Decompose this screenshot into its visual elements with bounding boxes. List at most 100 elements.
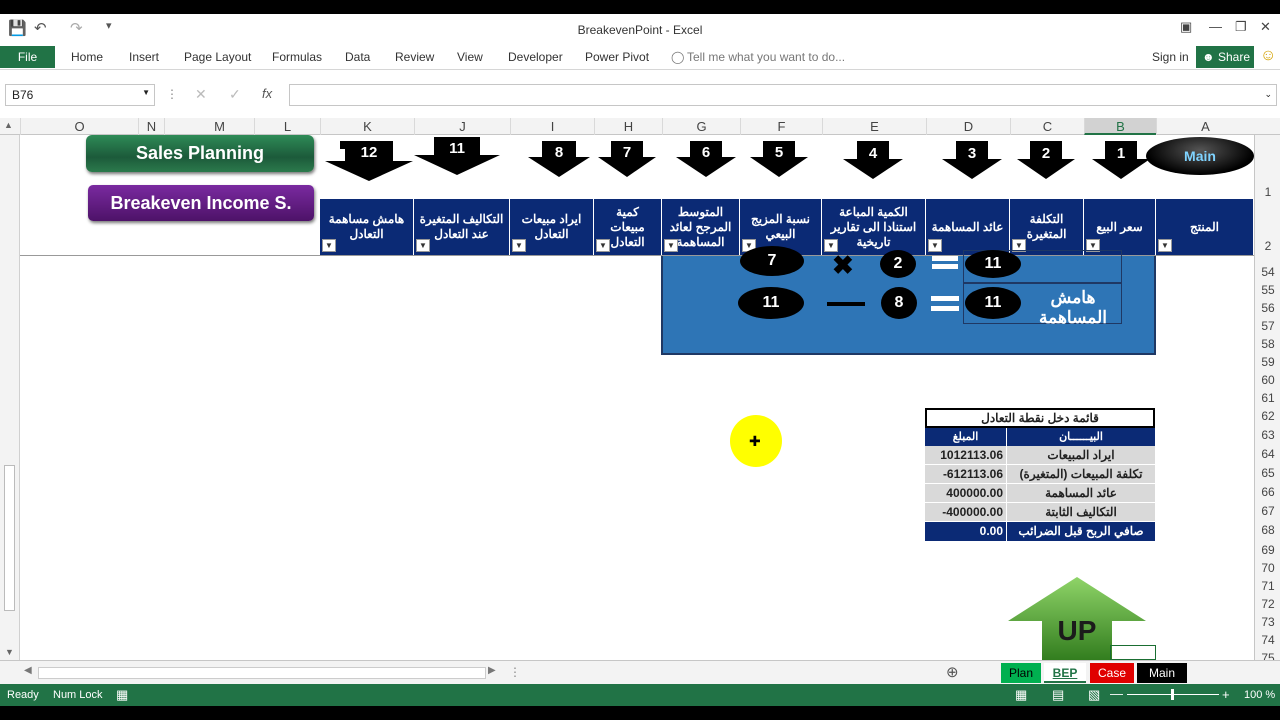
row-number[interactable]: 58 <box>1255 337 1280 351</box>
tab-page-layout[interactable]: Page Layout <box>184 50 251 64</box>
enter-icon[interactable]: ✓ <box>229 86 241 103</box>
row-number[interactable]: 74 <box>1255 633 1280 647</box>
column-j[interactable]: J <box>414 118 510 135</box>
total-label-cell[interactable]: صافي الربح قبل الضرائب <box>1007 522 1155 541</box>
row-number[interactable]: 54 <box>1255 265 1280 279</box>
filter-dropdown[interactable]: ▼ <box>928 239 942 252</box>
total-amount-cell[interactable]: 0.00 <box>925 522 1007 541</box>
more-tabs-icon: ⋮ <box>509 665 521 679</box>
column-c[interactable]: C <box>1010 118 1084 135</box>
row-number[interactable]: 67 <box>1255 504 1280 518</box>
column-k[interactable]: K <box>320 118 414 135</box>
label-cell[interactable]: ايراد المبيعات <box>1007 446 1155 464</box>
tab-formulas[interactable]: Formulas <box>272 50 322 64</box>
column-o[interactable]: O <box>20 118 138 135</box>
row-number[interactable]: 66 <box>1255 485 1280 499</box>
row-number[interactable]: 61 <box>1255 391 1280 405</box>
page-layout-view-icon[interactable]: ▤ <box>1052 687 1064 703</box>
zoom-slider-thumb[interactable] <box>1171 689 1174 700</box>
ribbon-options-icon[interactable]: ▣ <box>1180 19 1192 35</box>
filter-dropdown[interactable]: ▼ <box>416 239 430 252</box>
insert-function-icon[interactable]: fx <box>262 86 272 101</box>
tab-view[interactable]: View <box>457 50 483 64</box>
tab-scroll-right-icon[interactable]: ▶ <box>488 665 496 676</box>
filter-dropdown[interactable]: ▼ <box>512 239 526 252</box>
tab-file[interactable]: File <box>0 46 55 68</box>
restore-icon[interactable]: ❐ <box>1235 19 1247 35</box>
normal-view-icon[interactable]: ▦ <box>1015 687 1027 703</box>
label-cell[interactable]: عائد المساهمة <box>1007 484 1155 502</box>
column-e[interactable]: E <box>822 118 926 135</box>
tab-power-pivot[interactable]: Power Pivot <box>585 50 649 64</box>
cancel-icon[interactable]: ✕ <box>195 86 207 103</box>
tab-insert[interactable]: Insert <box>129 50 159 64</box>
breakeven-income-button[interactable]: Breakeven Income S. <box>88 185 314 221</box>
scroll-up-icon[interactable]: ▲ <box>4 120 13 130</box>
sign-in-link[interactable]: Sign in <box>1152 50 1189 64</box>
row-number[interactable]: 60 <box>1255 373 1280 387</box>
zoom-out-icon[interactable]: — <box>1110 686 1123 701</box>
minimize-icon[interactable]: — <box>1209 19 1222 34</box>
column-i[interactable]: I <box>510 118 594 135</box>
scroll-thumb[interactable] <box>4 465 15 611</box>
scroll-down-icon[interactable]: ▼ <box>5 647 14 657</box>
row-number[interactable]: 57 <box>1255 319 1280 333</box>
sheet-tab-plan[interactable]: Plan <box>1001 663 1041 683</box>
sheet-tab-case[interactable]: Case <box>1090 663 1134 683</box>
sheet-tab-bep[interactable]: BEP <box>1044 663 1086 683</box>
tab-scroll-left-icon[interactable]: ◀ <box>24 665 32 676</box>
row-number[interactable]: 73 <box>1255 615 1280 629</box>
filter-dropdown[interactable]: ▼ <box>1158 239 1172 252</box>
filter-dropdown[interactable]: ▼ <box>596 239 610 252</box>
amount-cell[interactable]: 1012113.06 <box>925 446 1007 464</box>
amount-cell[interactable]: 400000.00 <box>925 484 1007 502</box>
macro-record-icon[interactable]: ▦ <box>116 687 128 703</box>
filter-dropdown[interactable]: ▼ <box>664 239 678 252</box>
horizontal-scrollbar[interactable] <box>38 667 486 679</box>
new-sheet-icon[interactable]: ⊕ <box>946 663 959 681</box>
name-box[interactable]: B76 ▼ <box>5 84 155 106</box>
row-number[interactable]: 68 <box>1255 523 1280 537</box>
column-l[interactable]: L <box>254 118 320 135</box>
column-n[interactable]: N <box>138 118 164 135</box>
sheet-tab-main[interactable]: Main <box>1137 663 1187 683</box>
row-number[interactable]: 69 <box>1255 543 1280 557</box>
row-number[interactable]: 72 <box>1255 597 1280 611</box>
row-number[interactable]: 65 <box>1255 466 1280 480</box>
row-number[interactable]: 56 <box>1255 301 1280 315</box>
worksheet[interactable]: Sales Planning Breakeven Income S. Main … <box>20 135 1254 660</box>
column-b[interactable]: B <box>1084 118 1156 135</box>
tab-home[interactable]: Home <box>71 50 103 64</box>
column-h[interactable]: H <box>594 118 662 135</box>
row-number[interactable]: 70 <box>1255 561 1280 575</box>
zoom-level[interactable]: 100 % <box>1244 689 1275 701</box>
row-number[interactable]: 59 <box>1255 355 1280 369</box>
row-number[interactable]: 2 <box>1255 239 1280 253</box>
zoom-in-icon[interactable]: + <box>1222 687 1230 702</box>
page-break-view-icon[interactable]: ▧ <box>1088 687 1100 703</box>
row-number[interactable]: 63 <box>1255 428 1280 442</box>
filter-dropdown[interactable]: ▼ <box>322 239 336 252</box>
vertical-scrollbar[interactable]: ▼ <box>0 135 20 660</box>
label-cell[interactable]: تكلفة المبيعات (المتغيرة) <box>1007 465 1155 483</box>
close-icon[interactable]: ✕ <box>1260 19 1271 35</box>
column-g[interactable]: G <box>662 118 740 135</box>
tab-data[interactable]: Data <box>345 50 370 64</box>
formula-input[interactable]: ⌄ <box>289 84 1277 106</box>
column-d[interactable]: D <box>926 118 1010 135</box>
label-cell[interactable]: التكاليف الثابتة <box>1007 503 1155 521</box>
amount-cell[interactable]: -612113.06 <box>925 465 1007 483</box>
column-f[interactable]: F <box>740 118 822 135</box>
row-number[interactable]: 55 <box>1255 283 1280 297</box>
row-number[interactable]: 62 <box>1255 409 1280 423</box>
row-number[interactable]: 64 <box>1255 447 1280 461</box>
row-number[interactable]: 1 <box>1255 185 1280 199</box>
share-button[interactable]: ☻ Share <box>1196 46 1254 68</box>
row-number[interactable]: 71 <box>1255 579 1280 593</box>
smiley-icon[interactable]: ☺ <box>1260 47 1276 65</box>
tell-me-input[interactable]: Tell me what you want to do... <box>687 50 845 64</box>
tab-review[interactable]: Review <box>395 50 434 64</box>
amount-cell[interactable]: -400000.00 <box>925 503 1007 521</box>
column-a[interactable]: A <box>1156 118 1254 135</box>
tab-developer[interactable]: Developer <box>508 50 563 64</box>
